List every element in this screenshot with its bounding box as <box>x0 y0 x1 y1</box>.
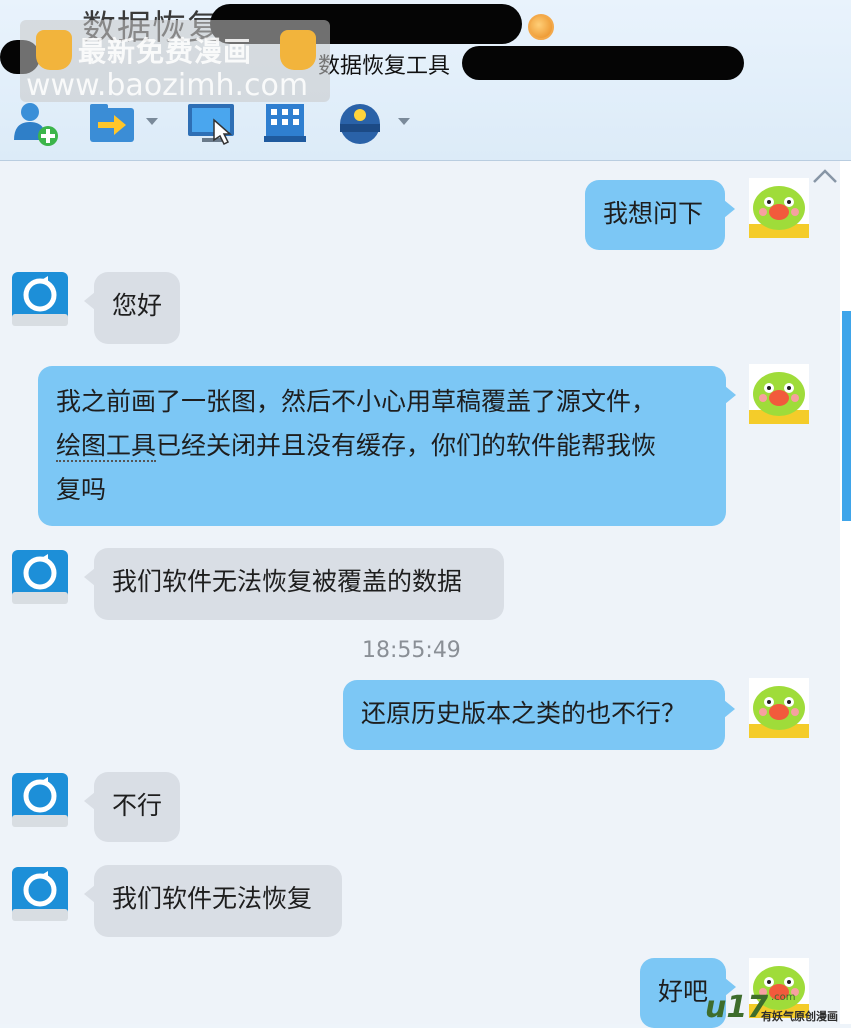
message-bubble-incoming[interactable]: 我们软件无法恢复 <box>84 865 342 937</box>
transfer-file-icon[interactable] <box>88 100 138 146</box>
user-avatar-icon[interactable] <box>749 364 809 424</box>
service-cap-icon[interactable] <box>336 100 384 146</box>
collapse-up-icon[interactable] <box>812 168 838 184</box>
service-avatar-icon[interactable] <box>10 548 70 608</box>
message-text: 还原历史版本之类的也不行？ <box>361 699 687 728</box>
message-bubble-incoming[interactable]: 您好 <box>84 272 180 344</box>
vip-badge-icon <box>528 14 554 40</box>
message-bubble-outgoing[interactable]: 还原历史版本之类的也不行？ <box>343 680 735 750</box>
redaction-scribble-subtitle <box>462 46 744 80</box>
user-avatar-icon[interactable] <box>749 178 809 238</box>
logo-domain: .com <box>771 992 796 1003</box>
service-avatar-icon[interactable] <box>10 270 70 330</box>
message-text-line: 绘图工具已经关闭并且没有缓存，你们的软件能帮我恢 <box>56 424 708 468</box>
pointing-hand-icon <box>280 30 316 70</box>
remote-desktop-icon[interactable] <box>186 100 240 146</box>
service-avatar-icon[interactable] <box>10 865 70 925</box>
message-bubble-incoming[interactable]: 不行 <box>84 772 180 842</box>
message-timestamp: 18:55:49 <box>362 638 461 663</box>
message-text: 我们软件无法恢复被覆盖的数据 <box>112 567 463 596</box>
watermark-text: 最新免费漫画 <box>78 35 253 68</box>
message-text: 我们软件无法恢复 <box>112 884 313 913</box>
message-text: 您好 <box>112 291 163 320</box>
add-contact-icon[interactable] <box>10 100 62 146</box>
user-avatar-icon[interactable] <box>749 678 809 738</box>
window-subtitle: 数据恢复工具 <box>318 54 451 79</box>
chevron-down-icon[interactable] <box>398 118 410 125</box>
watermark-url: www.baozimh.com <box>26 68 309 103</box>
message-text: 好吧 <box>658 977 709 1006</box>
message-text: 我想问下 <box>603 199 704 228</box>
message-bubble-incoming[interactable]: 我们软件无法恢复被覆盖的数据 <box>84 548 504 620</box>
pointing-hand-icon <box>36 30 72 70</box>
message-text: 我之前画了一张图，然后不小心用草稿覆盖了源文件， <box>56 387 657 416</box>
site-logo: u17 .com 有妖气原创漫画 <box>705 990 851 1025</box>
message-text: 复吗 <box>56 475 107 504</box>
message-text: 已经关闭并且没有缓存，你们的软件能帮我恢 <box>156 431 657 460</box>
chat-window-header: 数据恢复 数据恢复工具 最新免费漫画 www.baozimh.com <box>0 0 851 161</box>
building-icon[interactable] <box>262 100 308 146</box>
highlighted-term[interactable]: 绘图工具 <box>56 431 157 462</box>
chevron-down-icon[interactable] <box>146 118 158 125</box>
scrollbar[interactable] <box>840 161 851 1024</box>
message-bubble-outgoing[interactable]: 我想问下 <box>585 180 735 250</box>
message-bubble-outgoing[interactable]: 我之前画了一张图，然后不小心用草稿覆盖了源文件， 绘图工具已经关闭并且没有缓存，… <box>38 366 736 526</box>
logo-tagline: 有妖气原创漫画 <box>761 1010 838 1023</box>
service-avatar-icon[interactable] <box>10 771 70 831</box>
logo-main: u17 <box>705 990 769 1025</box>
scrollbar-thumb[interactable] <box>842 311 851 521</box>
message-text: 不行 <box>112 791 163 820</box>
